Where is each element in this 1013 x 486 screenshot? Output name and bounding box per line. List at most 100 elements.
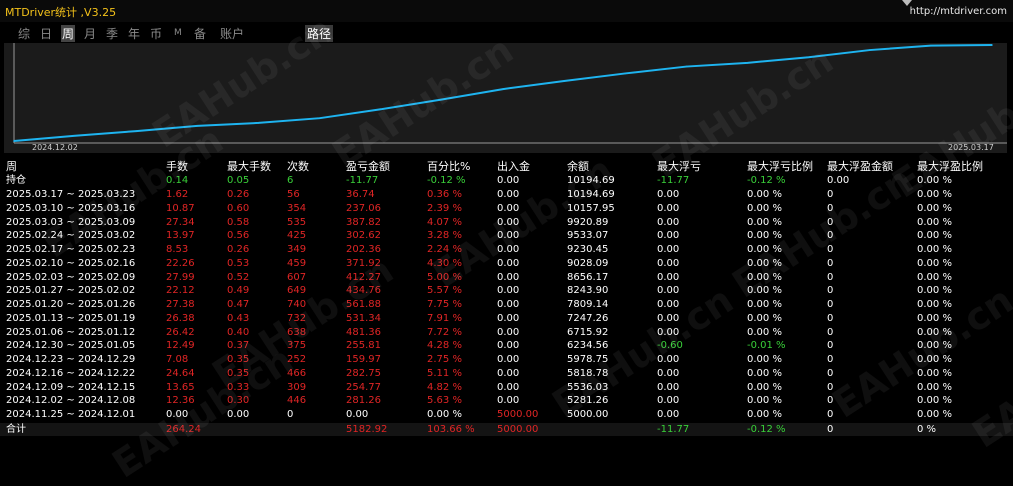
cell-col-8: 0.00 (657, 202, 680, 214)
cell-col-6: 0.00 (497, 395, 520, 407)
tab-8[interactable]: 备 (194, 25, 206, 42)
cell-col-10: 最大浮盈金额 (827, 160, 893, 173)
cell-col-10: 0 (827, 367, 834, 379)
cell-col-2: 0.26 (227, 189, 250, 200)
cell-col-2: 0.40 (227, 326, 250, 338)
cell-col-4: 302.62 (346, 230, 381, 242)
tab-3[interactable]: 月 (84, 25, 96, 42)
cell-col-6: 0.00 (497, 174, 520, 186)
cell-col-4: 159.97 (346, 354, 381, 365)
cell-col-4: 36.74 (346, 189, 375, 200)
cell-col-4: 255.81 (346, 340, 381, 352)
cell-col-4: 434.76 (346, 285, 381, 297)
chart-end-date: 2025.03.17 (948, 143, 994, 152)
balance-point-11 (685, 65, 688, 68)
tab-2[interactable]: 周 (61, 25, 76, 42)
cell-col-3: 732 (287, 312, 307, 324)
cell-col-2: 0.47 (227, 299, 250, 310)
cell-col-6: 0.00 (497, 257, 520, 269)
cell-col-10: 0 (827, 326, 834, 338)
cell-col-10: 0 (827, 244, 834, 255)
tab-9[interactable]: 账户 (220, 25, 244, 42)
cell-col-2: 0.30 (227, 395, 250, 407)
tab-4[interactable]: 季 (106, 25, 118, 42)
cell-col-8: 0.00 (657, 381, 680, 393)
cell-col-9: 0.00 % (747, 367, 782, 379)
tab-0[interactable]: 综 (18, 25, 30, 42)
cell-col-9: 0.00 % (747, 285, 782, 297)
cell-col-5: 4.07 % (427, 216, 462, 228)
tab-10[interactable]: 路径 (305, 25, 334, 42)
tab-6[interactable]: 币 (150, 25, 162, 42)
table-row: 2025.02.24 ~ 2025.03.02 13.97 0.56 425 302.6… (0, 229, 1013, 242)
cell-col-11: 0.00 % (917, 285, 952, 297)
cell-col-11: 0.00 % (917, 409, 952, 420)
cell-col-3: 252 (287, 354, 307, 365)
cell-col-1: 27.99 (166, 271, 195, 283)
cell-col-9: 最大浮亏比例 (747, 160, 813, 173)
cell-col-1: 8.53 (166, 244, 189, 255)
cell-col-8: 0.00 (657, 312, 680, 324)
cell-col-2: 0.37 (227, 340, 250, 352)
cell-col-5: 5.00 % (427, 271, 462, 283)
tab-7[interactable]: M (174, 28, 182, 38)
cell-col-1: 24.64 (166, 367, 195, 379)
cell-col-9: 0.00 % (747, 257, 782, 269)
cell-col-1: 22.26 (166, 257, 195, 269)
cell-col-6: 5000.00 (497, 423, 539, 435)
cell-col-0: 2025.01.27 ~ 2025.02.02 (6, 285, 136, 297)
cell-col-11: 0.00 % (917, 244, 952, 255)
cell-col-5: 5.11 % (427, 367, 462, 379)
cell-col-3: 309 (287, 381, 307, 393)
app-title: MTDriver统计 ,V3.25 (5, 6, 117, 19)
cell-col-6: 0.00 (497, 285, 520, 297)
cell-col-10: 0 (827, 354, 834, 365)
cell-col-9: 0.00 % (747, 202, 782, 214)
website-link[interactable]: http://mtdriver.com (910, 6, 1007, 17)
cell-col-0: 2024.12.16 ~ 2024.12.22 (6, 367, 136, 379)
balance-point-13 (807, 56, 810, 59)
balance-point-1 (74, 135, 76, 137)
cell-col-5: -0.12 % (427, 174, 466, 186)
cell-col-0: 2024.12.30 ~ 2025.01.05 (6, 340, 136, 352)
cell-col-2: 0.33 (227, 381, 250, 393)
cell-col-8: 0.00 (657, 395, 680, 407)
cell-col-0: 2025.03.03 ~ 2025.03.09 (6, 216, 136, 228)
cell-col-0: 2025.02.24 ~ 2025.03.02 (6, 230, 136, 242)
balance-point-7 (441, 98, 443, 101)
cell-col-9: 0.00 % (747, 271, 782, 283)
cell-col-5: 百分比% (427, 160, 471, 173)
cell-col-6: 0.00 (497, 189, 520, 200)
cell-col-8: 0.00 (657, 354, 680, 365)
cell-col-9: 0.00 % (747, 216, 782, 228)
cell-col-10: 0 (827, 409, 834, 420)
cell-col-2: 0.43 (227, 312, 250, 324)
cell-col-2: 0.52 (227, 271, 250, 283)
cell-col-1: 0.14 (166, 174, 189, 186)
cell-col-0: 2025.03.10 ~ 2025.03.16 (6, 202, 136, 214)
cell-col-6: 0.00 (497, 340, 520, 352)
cell-col-0: 2025.01.13 ~ 2025.01.19 (6, 312, 136, 324)
cell-col-7: 5978.75 (567, 354, 609, 365)
cell-col-5: 4.82 % (427, 381, 462, 393)
cell-col-9: 0.00 % (747, 326, 782, 338)
cell-col-2: 0.49 (227, 285, 250, 297)
cell-col-6: 0.00 (497, 244, 520, 255)
cell-col-3: 次数 (287, 160, 309, 173)
balance-point-4 (257, 122, 260, 124)
tab-5[interactable]: 年 (128, 25, 140, 42)
cell-col-6: 0.00 (497, 326, 520, 338)
cell-col-8: -11.77 (657, 174, 690, 186)
cell-col-2: 0.05 (227, 174, 250, 186)
cell-col-0: 2025.01.06 ~ 2025.01.12 (6, 326, 136, 338)
cell-col-9: -0.01 % (747, 340, 786, 352)
cell-col-3: 649 (287, 285, 307, 297)
cell-col-6: 0.00 (497, 299, 520, 310)
tab-1[interactable]: 日 (40, 25, 52, 42)
cell-col-8: 0.00 (657, 244, 680, 255)
cell-col-7: 10157.95 (567, 202, 615, 214)
cell-col-8: 0.00 (657, 271, 680, 283)
cell-col-7: 余额 (567, 160, 589, 173)
cell-col-0: 2025.02.17 ~ 2025.02.23 (6, 244, 136, 255)
cell-col-0: 周 (6, 160, 17, 173)
